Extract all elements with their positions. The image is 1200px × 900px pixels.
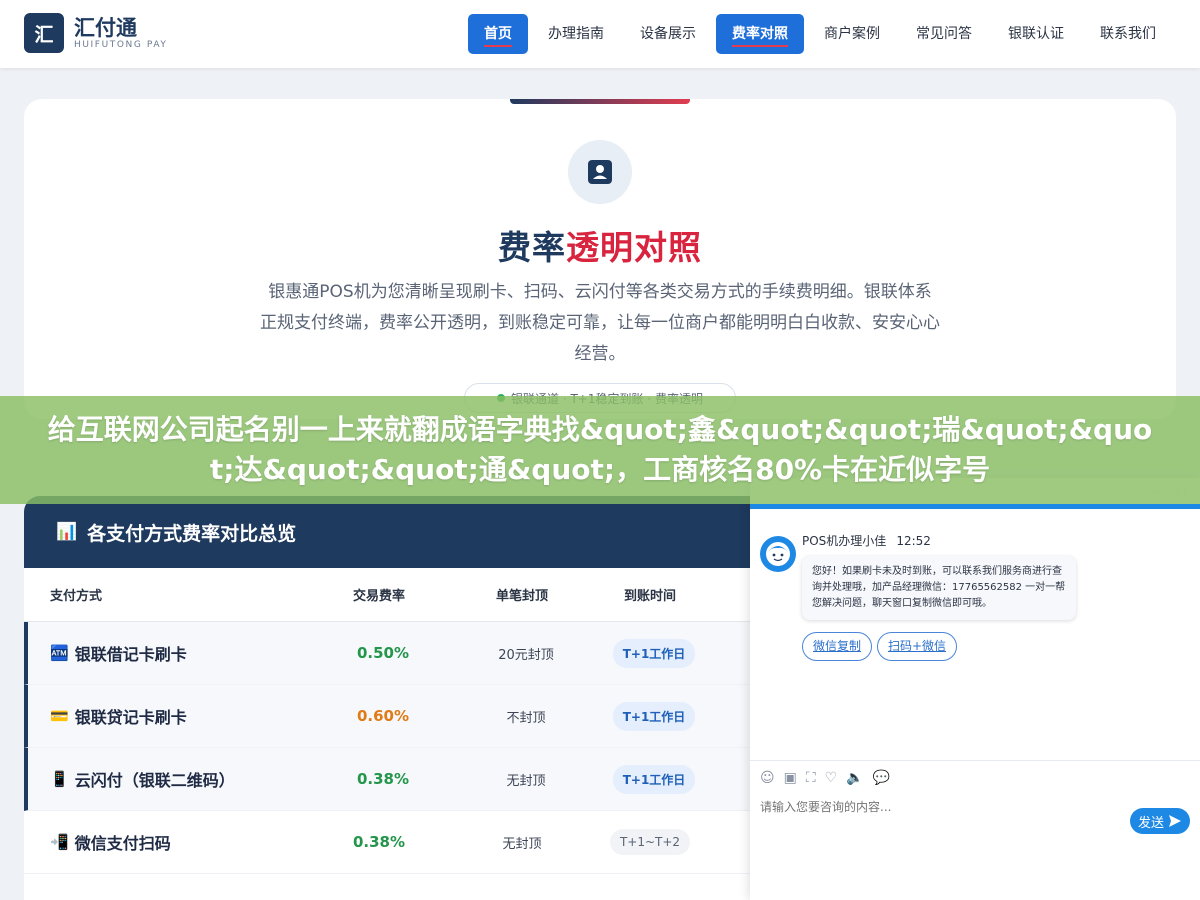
arrival-badge: T+1工作日 <box>612 638 696 668</box>
rate-value: 0.50% <box>356 644 410 662</box>
rate-table-card: 📊 各支付方式费率对比总览 支付方式 交易费率 单笔封顶 到账时间 🏧 银联借记卡… <box>24 496 764 900</box>
cap-value: 无封顶 <box>506 773 546 789</box>
send-arrow-icon <box>1169 815 1181 827</box>
image-icon[interactable]: ▣ <box>784 770 797 786</box>
hero-accent-bar <box>510 99 690 104</box>
quick-reply-copy-wechat[interactable]: 微信复制 <box>802 632 873 661</box>
nav-item-rates[interactable]: 费率对照 <box>716 14 804 54</box>
column-header-method: 支付方式 <box>50 589 103 604</box>
bar-chart-icon: 📊 <box>56 522 78 542</box>
message-bubble: 您好！如果刷卡未及时到账，可以联系我们服务商进行查询并处理哦，加产品经理微信：1… <box>802 556 1076 620</box>
mobile-phone-icon: 📱 <box>50 770 69 788</box>
payment-method: 云闪付（银联二维码） <box>74 771 235 790</box>
cap-value: 无封顶 <box>502 836 542 852</box>
logo-name-cn: 汇付通 <box>74 16 137 40</box>
chat-bubbles-icon[interactable]: 💬 <box>873 770 890 786</box>
nav-item-home[interactable]: 首页 <box>468 14 528 54</box>
screenshot-icon[interactable]: ⛶ <box>806 770 816 786</box>
nav-item-contact[interactable]: 联系我们 <box>1084 14 1172 54</box>
chat-accent-bar <box>750 504 1200 509</box>
table-header-row: 支付方式 交易费率 单笔封顶 到账时间 <box>24 568 764 622</box>
cap-value: 不封顶 <box>506 710 546 726</box>
title-main: 费率 <box>498 228 566 267</box>
nav-item-cases[interactable]: 商户案例 <box>808 14 896 54</box>
phone-scan-icon: 📲 <box>50 833 69 851</box>
agent-avatar <box>760 536 796 572</box>
voice-icon[interactable]: 🔈 <box>846 770 863 786</box>
nav-item-devices[interactable]: 设备展示 <box>624 14 712 54</box>
message-meta: POS机办理小佳 12:52 <box>802 532 931 549</box>
column-header-arrival: 到账时间 <box>623 589 676 604</box>
cap-value: 20元封顶 <box>498 647 554 663</box>
nav-item-guide[interactable]: 办理指南 <box>532 14 620 54</box>
banner-text: 给互联网公司起名别一上来就翻成语字典找&quot;鑫&quot;&quot;瑞&… <box>47 413 1153 486</box>
table-row: 📲 微信支付扫码 0.38% 无封顶 T+1~T+2 <box>24 811 764 874</box>
rating-icon[interactable]: ♡ <box>825 770 838 786</box>
rate-value: 0.38% <box>356 770 410 788</box>
agent-face-icon <box>766 542 790 566</box>
logo-mark: 汇 <box>24 13 64 53</box>
table-title-bar: 📊 各支付方式费率对比总览 <box>24 496 764 568</box>
chat-toolbar: ☺ ▣ ⛶ ♡ 🔈 💬 <box>750 760 1200 794</box>
agent-name: POS机办理小佳 <box>802 534 887 548</box>
watermark-banner: 给互联网公司起名别一上来就翻成语字典找&quot;鑫&quot;&quot;瑞&… <box>0 396 1200 504</box>
payment-method: 微信支付扫码 <box>74 834 171 853</box>
credit-card-icon: 💳 <box>50 707 69 725</box>
column-header-rate: 交易费率 <box>352 589 405 604</box>
rate-value: 0.38% <box>352 833 406 851</box>
table-row: 🏧 银联借记卡刷卡 0.50% 20元封顶 T+1工作日 <box>24 622 764 685</box>
nav-item-certification[interactable]: 银联认证 <box>992 14 1080 54</box>
payment-method: 银联贷记卡刷卡 <box>74 708 187 727</box>
main-nav: 首页 办理指南 设备展示 费率对照 商户案例 常见问答 银联认证 联系我们 <box>464 14 1172 54</box>
arrival-badge: T+1工作日 <box>612 764 696 794</box>
page-title: 费率透明对照 <box>24 221 1176 269</box>
logo-name-en: HUIFUTONG PAY <box>74 40 168 50</box>
send-button[interactable]: 发送 <box>1130 808 1190 834</box>
arrival-badge: T+1~T+2 <box>609 829 691 855</box>
id-card-icon <box>568 140 632 204</box>
rate-value: 0.60% <box>356 707 410 725</box>
hero-description: 银惠通POS机为您清晰呈现刷卡、扫码、云闪付等各类交易方式的手续费明细。银联体系… <box>260 282 940 364</box>
chat-input[interactable] <box>760 800 1120 814</box>
quick-reply-scan-wechat[interactable]: 扫码+微信 <box>877 632 958 661</box>
atm-icon: 🏧 <box>50 644 69 662</box>
emoji-icon[interactable]: ☺ <box>760 770 775 786</box>
payment-method: 银联借记卡刷卡 <box>74 645 187 664</box>
arrival-badge: T+1工作日 <box>612 701 696 731</box>
title-accent: 透明对照 <box>566 228 702 267</box>
send-label: 发送 <box>1137 815 1164 831</box>
site-logo[interactable]: 汇 汇付通 HUIFUTONG PAY <box>24 13 168 53</box>
site-header: 汇 汇付通 HUIFUTONG PAY 首页 办理指南 设备展示 费率对照 商户… <box>0 0 1200 68</box>
table-row: 📱 云闪付（银联二维码） 0.38% 无封顶 T+1工作日 <box>24 748 764 811</box>
column-header-cap: 单笔封顶 <box>495 589 548 604</box>
table-row: 💳 银联贷记卡刷卡 0.60% 不封顶 T+1工作日 <box>24 685 764 748</box>
table-title: 各支付方式费率对比总览 <box>87 522 297 545</box>
chat-window: — ☐ POS机办理小佳12:52 您好！如果刷卡未及时到账，可以联系我们服务商… <box>750 478 1200 900</box>
message-time: 12:52 <box>896 534 931 548</box>
nav-item-faq[interactable]: 常见问答 <box>900 14 988 54</box>
hero-card: 费率透明对照 银惠通POS机为您清晰呈现刷卡、扫码、云闪付等各类交易方式的手续费… <box>24 99 1176 419</box>
